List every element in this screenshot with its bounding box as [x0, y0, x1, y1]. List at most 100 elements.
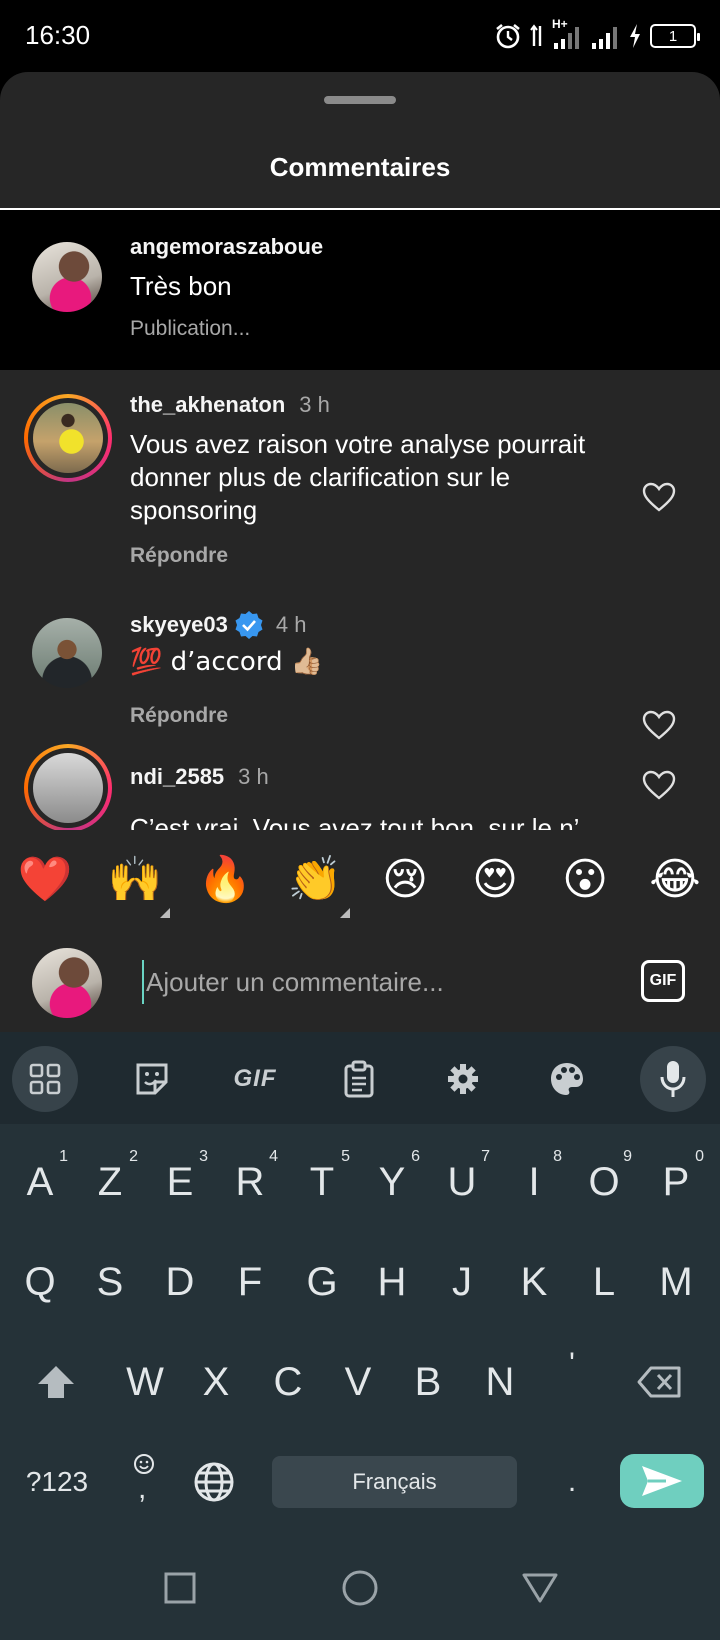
emoji-heart[interactable]: ❤️ — [15, 854, 75, 906]
reply-button[interactable]: Répondre — [130, 704, 228, 728]
theme-button[interactable] — [534, 1046, 600, 1112]
username-text[interactable]: ndi_2585 — [130, 764, 224, 789]
emoji-fire[interactable]: 🔥 — [195, 854, 255, 906]
comment-username[interactable]: skyeye03 4 h — [130, 610, 306, 640]
username-text[interactable]: skyeye03 — [130, 612, 228, 638]
key-hint: 1 — [59, 1148, 68, 1165]
key-l[interactable]: L — [574, 1242, 634, 1322]
key-k[interactable]: K — [504, 1242, 564, 1322]
backspace-key[interactable] — [630, 1342, 690, 1422]
comment-time: 4 h — [275, 612, 307, 637]
emoji-crying[interactable]: 😢 — [375, 854, 435, 906]
like-heart-icon[interactable] — [642, 710, 676, 740]
story-ring[interactable] — [24, 744, 112, 830]
emoji-surprised[interactable]: 😮 — [555, 854, 615, 906]
emoji-quick-bar: ❤️ 🙌 🔥 👏 😢 😍 😮 😂 — [0, 830, 720, 932]
key-i[interactable]: I8 — [504, 1142, 564, 1222]
key-o[interactable]: O9 — [574, 1142, 634, 1222]
symbols-key[interactable]: ?123 — [20, 1454, 94, 1510]
key-apostrophe[interactable]: ' — [542, 1324, 602, 1404]
sticker-button[interactable] — [119, 1046, 185, 1112]
key-j[interactable]: J — [432, 1242, 492, 1322]
key-label: A — [26, 1159, 54, 1204]
key-hint: 3 — [199, 1148, 208, 1165]
gif-button[interactable]: GIF — [641, 960, 685, 1002]
comment-time: 3 h — [238, 764, 269, 789]
clipboard-button[interactable] — [326, 1046, 392, 1112]
key-hint: 4 — [269, 1148, 278, 1165]
comment-input[interactable] — [142, 960, 592, 1004]
clipboard-icon — [344, 1060, 374, 1098]
avatar[interactable] — [32, 242, 102, 312]
key-q[interactable]: Q — [10, 1242, 70, 1322]
apps-grid-button[interactable] — [12, 1046, 78, 1112]
sticker-icon — [136, 1063, 168, 1095]
recents-button[interactable] — [156, 1564, 204, 1612]
avatar — [33, 753, 103, 823]
key-g[interactable]: G — [292, 1242, 352, 1322]
key-label: T — [309, 1159, 335, 1204]
reply-button[interactable]: Répondre — [130, 544, 228, 568]
comment-item: ndi_2585 3 h C’est vrai. Vous avez tout b… — [0, 742, 720, 830]
emoji-heart-eyes[interactable]: 😍 — [465, 854, 525, 906]
shift-key[interactable] — [26, 1342, 86, 1422]
comment-username[interactable]: the_akhenaton 3 h — [130, 392, 330, 418]
key-d[interactable]: D — [150, 1242, 210, 1322]
back-button[interactable] — [516, 1564, 564, 1612]
send-key[interactable] — [620, 1454, 704, 1508]
comment-time: 3 h — [299, 392, 330, 417]
period-key[interactable]: . — [552, 1454, 592, 1510]
home-button[interactable] — [336, 1564, 384, 1612]
username-text[interactable]: the_akhenaton — [130, 392, 285, 417]
key-hint: 8 — [553, 1148, 562, 1165]
home-circle-icon — [342, 1570, 378, 1606]
key-h[interactable]: H — [362, 1242, 422, 1322]
key-z[interactable]: Z2 — [80, 1142, 140, 1222]
skin-tone-indicator — [160, 908, 170, 918]
my-avatar — [32, 948, 102, 1018]
key-v[interactable]: V — [328, 1342, 388, 1422]
key-m[interactable]: M — [646, 1242, 706, 1322]
comment-username[interactable]: ndi_2585 3 h — [130, 764, 269, 790]
space-key[interactable]: Français — [272, 1456, 517, 1508]
data-arrows-icon — [530, 24, 542, 46]
emoji-clapping[interactable]: 👏 — [285, 854, 345, 906]
like-heart-icon[interactable] — [642, 770, 676, 800]
alarm-icon — [496, 23, 520, 49]
emoji-laughing[interactable]: 😂 — [645, 854, 705, 906]
key-hint: 6 — [411, 1148, 420, 1165]
comment-text: 💯 d’accord 👍🏼 — [130, 647, 324, 677]
settings-button[interactable] — [430, 1046, 496, 1112]
recents-square-icon — [164, 1572, 196, 1604]
key-u[interactable]: U7 — [432, 1142, 492, 1222]
signal-icon — [554, 27, 579, 49]
emoji-raised-hands[interactable]: 🙌 — [105, 854, 165, 906]
key-w[interactable]: W — [115, 1342, 175, 1422]
key-n[interactable]: N — [470, 1342, 530, 1422]
caption-username[interactable]: angemoraszaboue — [130, 234, 323, 260]
key-e[interactable]: E3 — [150, 1142, 210, 1222]
key-f[interactable]: F — [220, 1242, 280, 1322]
signal-h-plus: H+ — [552, 17, 582, 51]
language-key[interactable] — [192, 1460, 238, 1506]
gif-tool-button[interactable]: GIF — [222, 1046, 288, 1112]
key-c[interactable]: C — [258, 1342, 318, 1422]
mic-icon — [660, 1061, 686, 1097]
emoji-comma-key[interactable]: , — [122, 1452, 166, 1512]
verified-badge-icon — [235, 611, 263, 639]
drag-handle[interactable] — [324, 96, 396, 104]
key-y[interactable]: Y6 — [362, 1142, 422, 1222]
like-heart-icon[interactable] — [642, 482, 676, 512]
key-x[interactable]: X — [186, 1342, 246, 1422]
key-s[interactable]: S — [80, 1242, 140, 1322]
comment-line: donner plus de clarification sur le — [130, 462, 511, 492]
avatar[interactable] — [32, 618, 102, 688]
key-r[interactable]: R4 — [220, 1142, 280, 1222]
key-t[interactable]: T5 — [292, 1142, 352, 1222]
key-label: I — [528, 1159, 540, 1204]
key-p[interactable]: P0 — [646, 1142, 706, 1222]
voice-input-button[interactable] — [640, 1046, 706, 1112]
key-a[interactable]: A1 — [10, 1142, 70, 1222]
key-b[interactable]: B — [398, 1342, 458, 1422]
story-ring[interactable] — [24, 394, 112, 482]
